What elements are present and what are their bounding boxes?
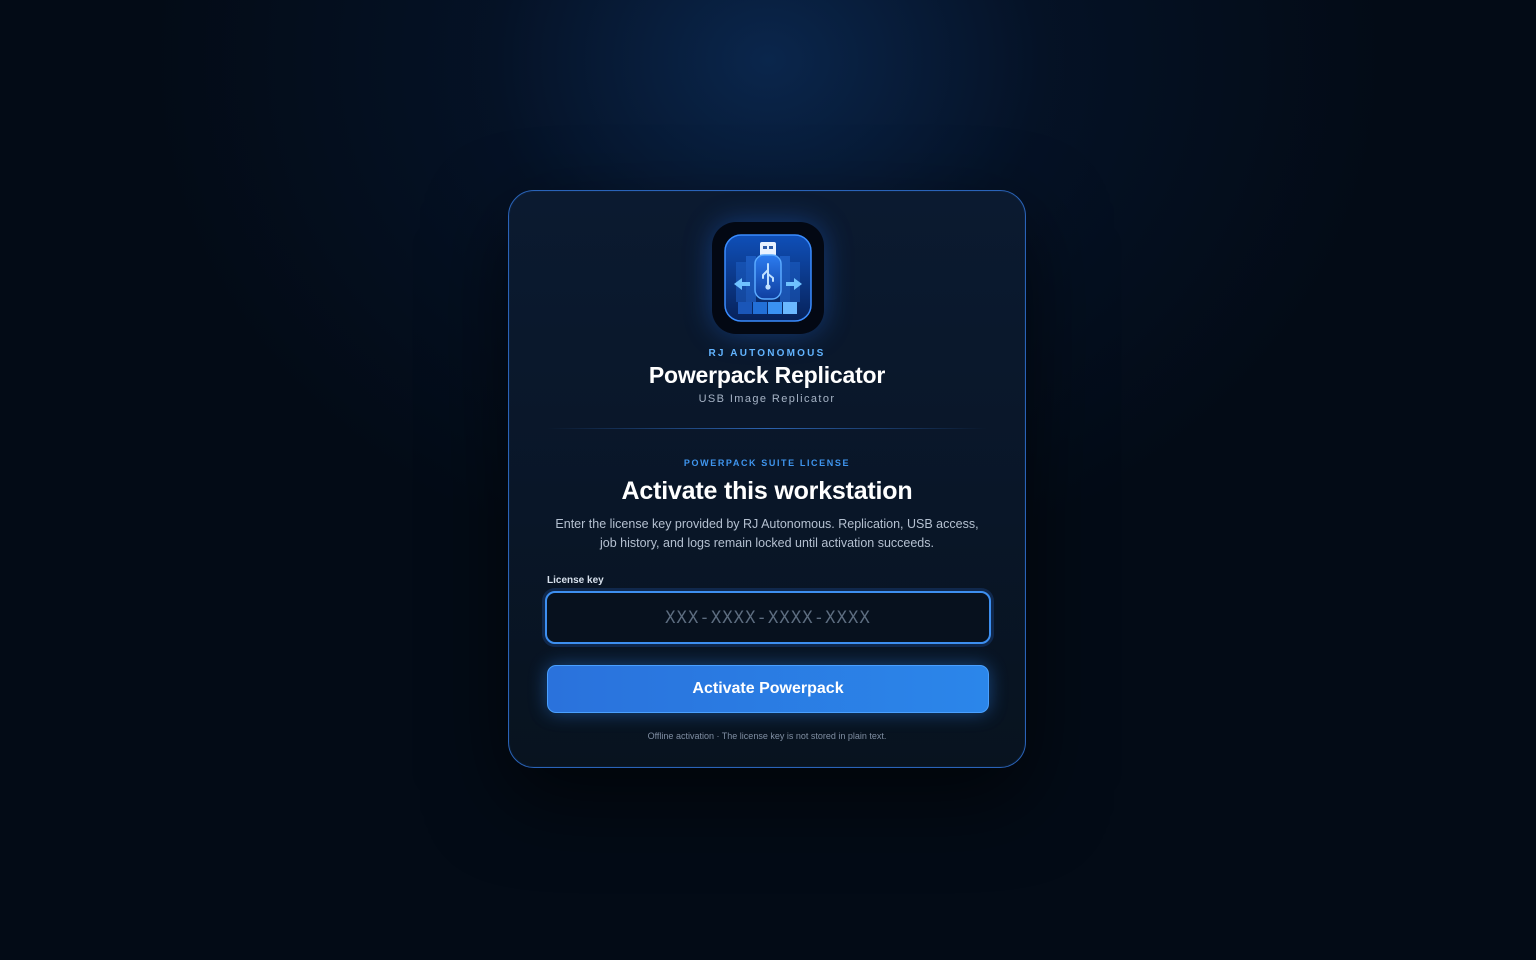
usb-drive-icon bbox=[712, 222, 824, 334]
activate-button[interactable]: Activate Powerpack bbox=[547, 665, 989, 713]
activation-description: Enter the license key provided by RJ Aut… bbox=[555, 517, 979, 550]
app-subtitle: USB Image Replicator bbox=[698, 393, 836, 405]
license-eyebrow: POWERPACK SUITE LICENSE bbox=[683, 458, 851, 468]
license-key-field-wrapper bbox=[545, 591, 991, 644]
brand-name: RJ AUTONOMOUS bbox=[708, 348, 826, 359]
activation-footnote: Offline activation · The license key is … bbox=[647, 731, 887, 741]
app-title: Powerpack Replicator bbox=[648, 362, 886, 388]
divider bbox=[547, 428, 987, 429]
license-key-label: License key bbox=[547, 575, 604, 586]
usb-replicator-logo bbox=[724, 234, 812, 322]
activation-heading: Activate this workstation bbox=[621, 477, 913, 505]
license-key-input[interactable] bbox=[547, 593, 989, 642]
activation-card: RJ AUTONOMOUS Powerpack Replicator USB I… bbox=[508, 190, 1026, 768]
